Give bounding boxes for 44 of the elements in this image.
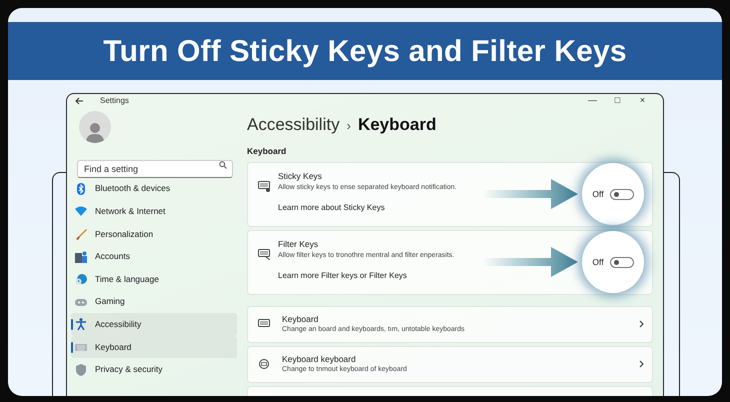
brush-icon <box>75 228 87 240</box>
close-button[interactable]: × <box>630 94 655 108</box>
accessibility-icon <box>75 318 87 330</box>
setting-title: Sticky Keys <box>278 170 323 183</box>
search-icon <box>219 160 227 168</box>
wifi-icon <box>75 205 87 218</box>
shield-icon <box>75 364 87 376</box>
chevron-icon <box>639 360 644 368</box>
search-field[interactable]: Find a setting <box>77 160 233 178</box>
page-title: Keyboard <box>358 114 436 136</box>
toggle-switch[interactable] <box>610 188 634 200</box>
sidebar-item[interactable]: Time & language <box>71 268 237 290</box>
row-title: Keyboard <box>282 312 320 326</box>
breadcrumb-separator: › <box>346 116 351 134</box>
sidebar-item[interactable]: Privacy & security <box>71 358 237 381</box>
toggle-label: Off <box>592 188 604 201</box>
chevron-icon <box>639 320 644 328</box>
minimize-button[interactable]: — <box>580 94 605 108</box>
gear-keyboard-icon <box>258 358 270 370</box>
sidebar-item[interactable]: Keyboard <box>71 336 237 358</box>
learn-more-link[interactable]: Learn more Filter keys or Filter Keys <box>278 270 407 282</box>
sidebar-item[interactable]: Gaming <box>71 290 237 314</box>
sidebar-item[interactable]: Network & Internet <box>71 200 237 223</box>
keyboard-icon <box>258 248 270 260</box>
toggle-label: Off <box>592 256 604 269</box>
accounts-icon <box>75 250 87 263</box>
sidebar-item[interactable]: Accounts <box>71 245 237 268</box>
sidebar-item[interactable]: Accessibility <box>71 313 237 336</box>
breadcrumb-parent[interactable]: Accessibility <box>247 112 340 137</box>
banner-title: Turn Off Sticky Keys and Filter Keys <box>103 34 627 70</box>
setting-title: Filter Keys <box>278 238 320 251</box>
toggle-switch[interactable] <box>610 256 634 268</box>
avatar-icon <box>79 110 111 142</box>
learn-more-link[interactable]: Learn more about Sticky Keys <box>278 202 385 214</box>
maximize-button[interactable]: □ <box>605 94 630 108</box>
section-label: Keyboard <box>247 145 288 158</box>
keyboard-icon <box>258 180 270 192</box>
bluetooth-icon <box>75 182 87 195</box>
sidebar-item[interactable]: Bluetooth & devices <box>71 178 237 200</box>
window-title: Settings <box>100 94 129 107</box>
back-arrow-icon[interactable] <box>75 96 84 105</box>
sidebar-item[interactable]: Personalization <box>71 222 237 246</box>
globe-clock-icon <box>75 273 87 286</box>
row-title: Keyboard keyboard <box>282 352 357 366</box>
